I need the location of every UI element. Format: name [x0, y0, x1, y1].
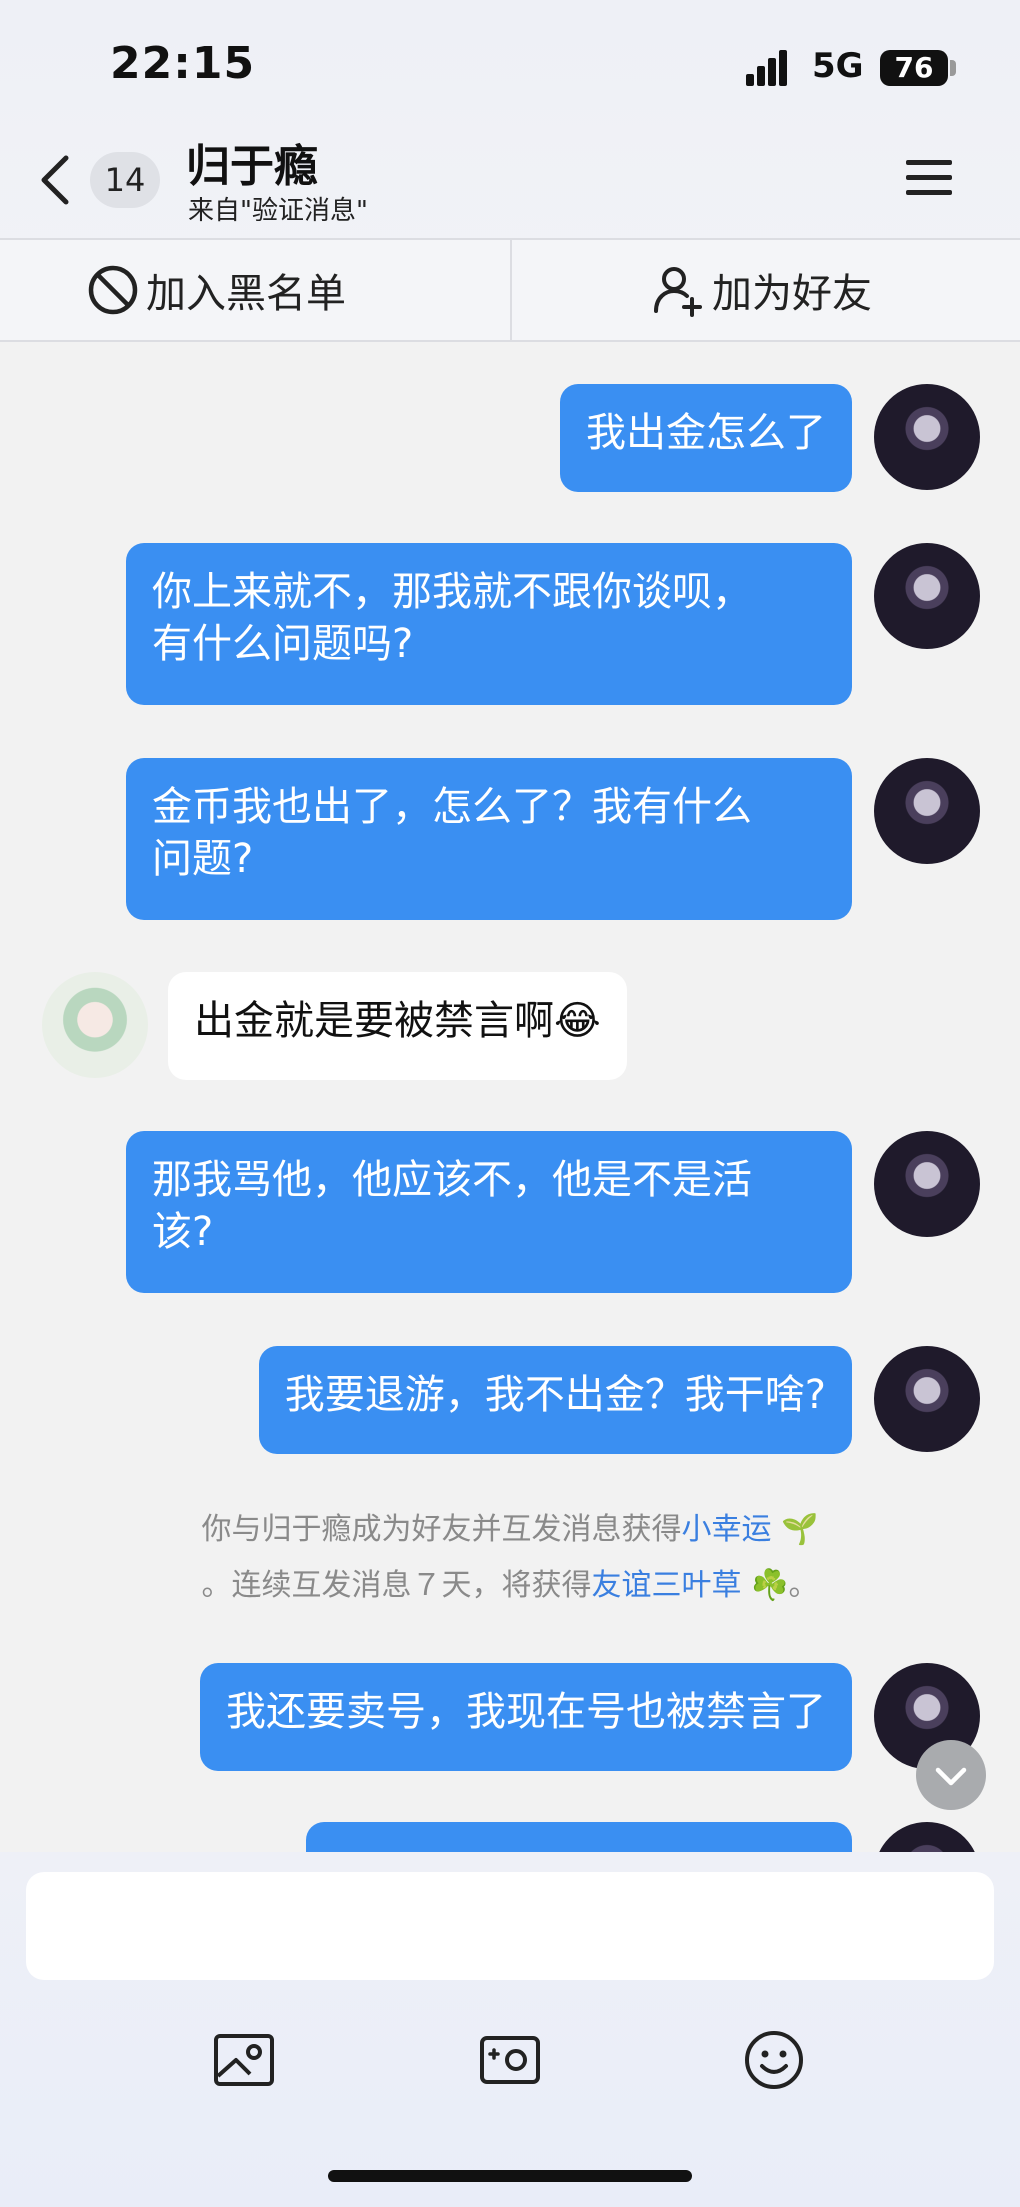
block-icon [88, 265, 138, 315]
battery-icon: 76 [880, 50, 948, 86]
clover-icon: ☘️ [751, 1568, 789, 1603]
my-avatar[interactable] [874, 543, 980, 649]
gallery-button[interactable] [212, 2028, 276, 2092]
system-notice-text: 。连续互发消息７天，将获得 [201, 1568, 592, 1603]
add-friend-label: 加为好友 [712, 271, 872, 317]
block-button[interactable]: 加入黑名单 [86, 240, 346, 340]
message-bubble-sent[interactable]: 我出金怎么了 [560, 384, 852, 492]
my-avatar[interactable] [874, 1131, 980, 1237]
message-input[interactable] [26, 1872, 994, 1980]
hamburger-menu-icon [906, 160, 952, 165]
add-user-icon [654, 267, 702, 317]
home-indicator [328, 2170, 692, 2182]
status-time: 22:15 [110, 38, 256, 89]
my-avatar[interactable] [874, 384, 980, 490]
block-label: 加入黑名单 [146, 271, 346, 317]
message-bubble-sent[interactable] [306, 1822, 852, 1852]
message-bubble-sent[interactable]: 你上来就不，那我就不跟你谈呗， 有什么问题吗? [126, 543, 852, 705]
back-button[interactable] [36, 150, 76, 210]
contact-name: 归于瘾 [186, 141, 318, 192]
battery-tip [950, 60, 956, 76]
system-notice: 你与归于瘾成为好友并互发消息获得小幸运 🌱 。连续互发消息７天，将获得友谊三叶草… [130, 1502, 890, 1614]
message-bubble-sent[interactable]: 金币我也出了，怎么了？我有什么 问题? [126, 758, 852, 920]
system-notice-text: 。 [788, 1568, 819, 1603]
action-bar: 加入黑名单 加为好友 [0, 238, 1020, 342]
my-avatar[interactable] [874, 1822, 980, 1852]
emoji-icon [745, 2031, 803, 2089]
my-avatar[interactable] [874, 1346, 980, 1452]
message-bubble-received[interactable]: 出金就是要被禁言啊😂 [168, 972, 627, 1080]
chevron-left-icon [41, 155, 69, 205]
add-friend-button[interactable]: 加为好友 [652, 240, 872, 340]
sprout-icon: 🌱 [781, 1512, 819, 1547]
unread-badge[interactable]: 14 [90, 152, 160, 208]
emoji-button[interactable] [742, 2028, 806, 2092]
system-notice-text: 你与归于瘾成为好友并互发消息获得 [201, 1512, 682, 1547]
contact-avatar[interactable] [42, 972, 148, 1078]
camera-button[interactable] [478, 2028, 542, 2092]
input-area [0, 1852, 1020, 2207]
network-type: 5G [812, 46, 864, 86]
signal-icon [746, 50, 798, 86]
little-luck-link[interactable]: 小幸运 [682, 1512, 772, 1547]
scroll-to-bottom-button[interactable] [916, 1740, 986, 1810]
gallery-icon [214, 2034, 274, 2086]
camera-icon [480, 2036, 540, 2084]
message-bubble-sent[interactable]: 那我骂他，他应该不，他是不是活 该? [126, 1131, 852, 1293]
contact-source: 来自"验证消息" [188, 196, 368, 226]
message-bubble-sent[interactable]: 我要退游，我不出金？我干啥? [258, 1346, 852, 1454]
menu-button[interactable] [906, 156, 952, 200]
friendship-clover-link[interactable]: 友谊三叶草 [592, 1568, 742, 1603]
message-row [0, 1822, 1020, 1852]
status-bar: 22:15 5G 76 [0, 0, 1020, 130]
my-avatar[interactable] [874, 758, 980, 864]
action-divider [510, 240, 512, 340]
chevron-down-icon [935, 1767, 967, 1786]
chat-header: 14 归于瘾 来自"验证消息" [0, 130, 1020, 238]
message-bubble-sent[interactable]: 我还要卖号，我现在号也被禁言了 [200, 1663, 852, 1771]
